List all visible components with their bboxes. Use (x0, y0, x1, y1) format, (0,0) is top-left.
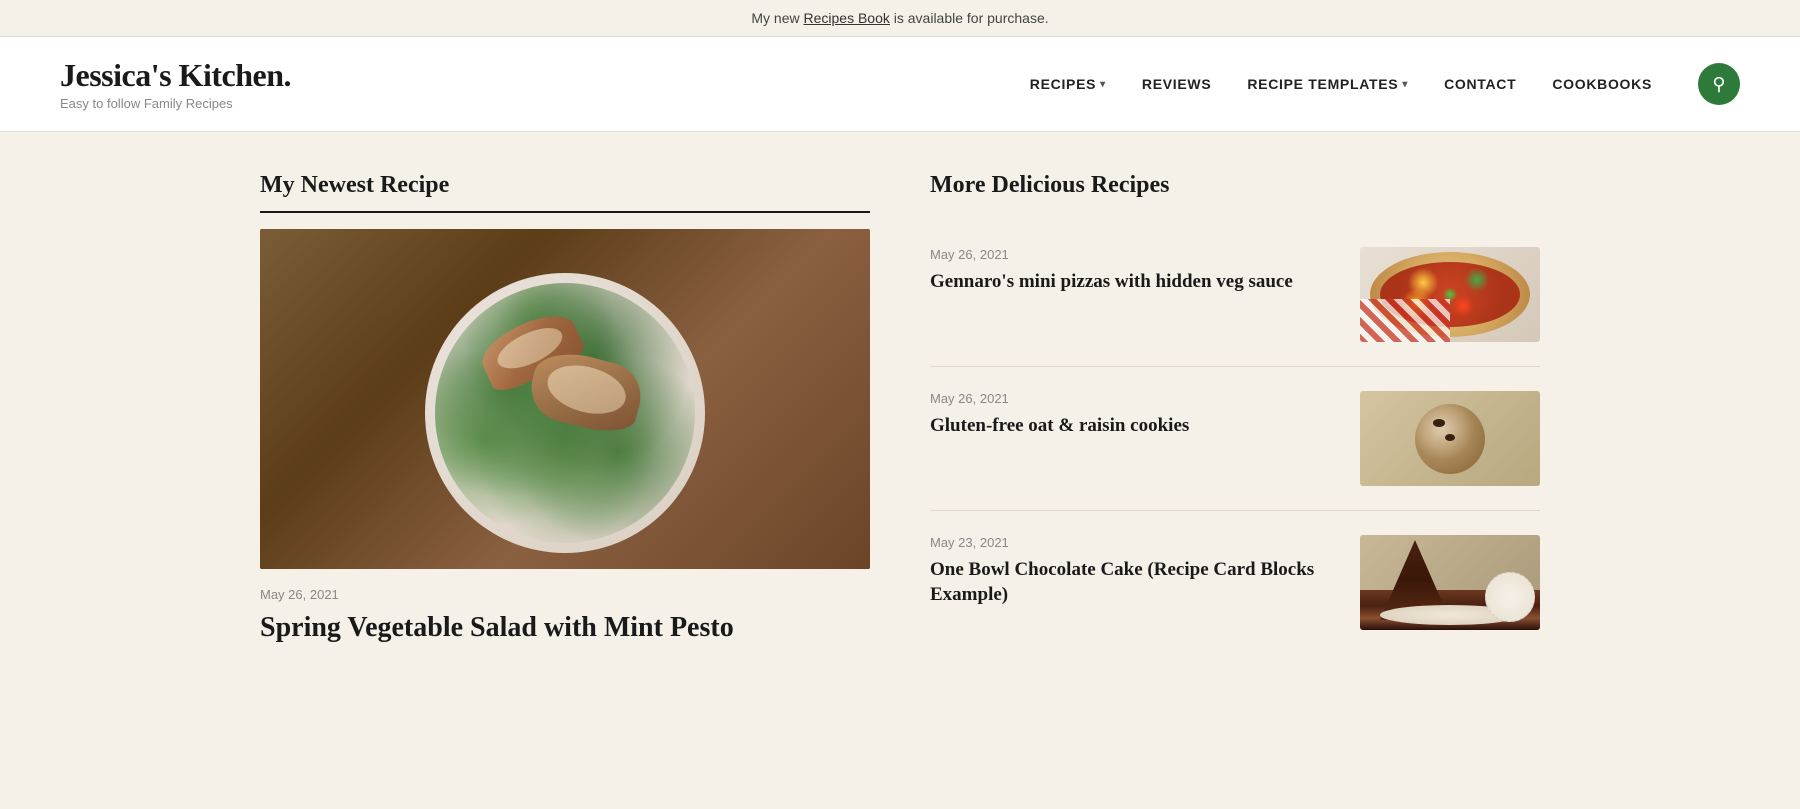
recipe-card-date: May 26, 2021 (930, 247, 1293, 262)
recipe-card: May 26, 2021 Gennaro's mini pizzas with … (930, 223, 1540, 367)
recipe-card-date: May 26, 2021 (930, 391, 1189, 406)
main-nav: RECIPES ▾ REVIEWS RECIPE TEMPLATES ▾ CON… (1030, 63, 1740, 105)
recipe-card-date: May 23, 2021 (930, 535, 1340, 550)
recipe-thumbnail-cookie[interactable] (1360, 391, 1540, 486)
recipe-card: May 26, 2021 Gluten-free oat & raisin co… (930, 367, 1540, 511)
banner-text-after: is available for purchase. (890, 10, 1049, 26)
recipe-card: May 23, 2021 One Bowl Chocolate Cake (Re… (930, 511, 1540, 654)
logo-area[interactable]: Jessica's Kitchen. Easy to follow Family… (60, 57, 291, 111)
newest-recipe-post-title[interactable]: Spring Vegetable Salad with Mint Pesto (260, 610, 870, 645)
top-banner: My new Recipes Book is available for pur… (0, 0, 1800, 37)
site-header: Jessica's Kitchen. Easy to follow Family… (0, 37, 1800, 132)
nav-item-recipe-templates[interactable]: RECIPE TEMPLATES ▾ (1247, 76, 1408, 92)
main-content: My Newest Recipe May 26, 2021 Spring Veg… (200, 132, 1600, 694)
more-recipes-title: More Delicious Recipes (930, 172, 1540, 199)
recipe-card-title[interactable]: Gluten-free oat & raisin cookies (930, 414, 1189, 439)
recipe-card-text: May 26, 2021 Gennaro's mini pizzas with … (930, 247, 1293, 295)
recipe-card-text: May 26, 2021 Gluten-free oat & raisin co… (930, 391, 1189, 439)
newest-recipe-title: My Newest Recipe (260, 172, 870, 213)
nav-item-recipes[interactable]: RECIPES ▾ (1030, 76, 1106, 92)
search-button[interactable]: ⚲ (1698, 63, 1740, 105)
newest-recipe-date: May 26, 2021 (260, 587, 870, 602)
recipe-card-title[interactable]: One Bowl Chocolate Cake (Recipe Card Blo… (930, 558, 1340, 607)
newest-recipe-section: My Newest Recipe May 26, 2021 Spring Veg… (260, 172, 870, 654)
banner-text-before: My new (751, 10, 803, 26)
nav-item-reviews[interactable]: REVIEWS (1142, 76, 1211, 92)
featured-image[interactable] (260, 229, 870, 569)
recipe-thumbnail-cake[interactable] (1360, 535, 1540, 630)
site-subtitle: Easy to follow Family Recipes (60, 96, 291, 111)
banner-link[interactable]: Recipes Book (803, 10, 889, 26)
recipe-thumbnail-pizza[interactable] (1360, 247, 1540, 342)
site-title: Jessica's Kitchen. (60, 57, 291, 94)
nav-item-contact[interactable]: CONTACT (1444, 76, 1516, 92)
recipe-templates-dropdown-arrow: ▾ (1402, 79, 1408, 90)
recipes-dropdown-arrow: ▾ (1100, 79, 1106, 90)
search-icon: ⚲ (1712, 74, 1725, 95)
nav-item-cookbooks[interactable]: COOKBOOKS (1552, 76, 1652, 92)
more-recipes-section: More Delicious Recipes May 26, 2021 Genn… (930, 172, 1540, 654)
recipe-card-title[interactable]: Gennaro's mini pizzas with hidden veg sa… (930, 270, 1293, 295)
recipe-card-text: May 23, 2021 One Bowl Chocolate Cake (Re… (930, 535, 1340, 607)
